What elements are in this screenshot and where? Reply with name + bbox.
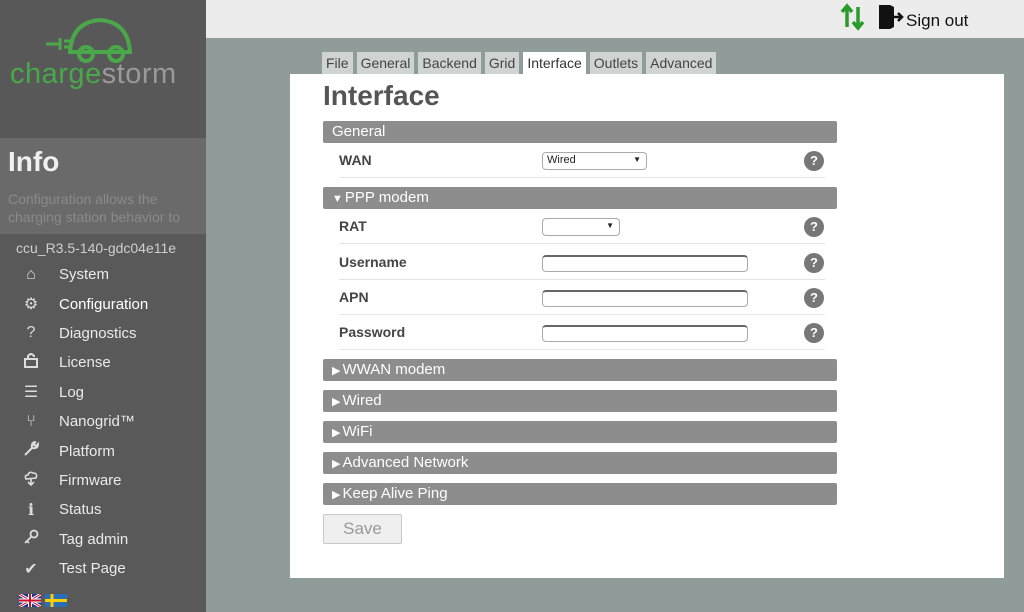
sidebar-item-tag-admin[interactable]: Tag admin <box>0 525 206 554</box>
key-icon <box>20 529 42 550</box>
plug-car-icon <box>46 17 132 63</box>
wan-label: WAN <box>339 152 372 168</box>
tab-outlets[interactable]: Outlets <box>589 52 643 74</box>
username-input[interactable] <box>542 255 748 272</box>
question-icon: ? <box>26 324 36 342</box>
info-box: Info Configuration allows the charging s… <box>0 138 206 234</box>
help-icon[interactable]: ? <box>804 217 824 237</box>
field-row-wan: WAN Wired ▼ ? <box>339 143 825 178</box>
sign-out-label: Sign out <box>906 10 969 30</box>
network-icon: ⑂ <box>26 412 36 430</box>
section-wired[interactable]: ▶ Wired <box>323 390 837 412</box>
password-label: Password <box>339 324 406 340</box>
tab-grid[interactable]: Grid <box>484 52 520 74</box>
sidebar-item-label: Log <box>59 383 85 401</box>
rat-label: RAT <box>339 218 367 234</box>
sidebar-item-label: Nanogrid™ <box>59 413 135 431</box>
sidebar-item-label: Firmware <box>59 471 122 489</box>
section-advanced-network[interactable]: ▶ Advanced Network <box>323 452 837 474</box>
top-bar: Sign out <box>206 0 1024 38</box>
cloud-icon <box>20 470 42 491</box>
tab-advanced[interactable]: Advanced <box>646 52 717 74</box>
sidebar-item-label: Test Page <box>59 560 126 578</box>
sidebar-item-label: Configuration <box>59 295 149 313</box>
info-title: Info <box>8 146 60 177</box>
tab-interface[interactable]: Interface <box>523 52 586 74</box>
door-exit-icon <box>878 3 904 38</box>
sweden-flag-icon[interactable] <box>45 594 67 607</box>
sidebar-item-label: Tag admin <box>59 530 129 548</box>
sidebar-item-firmware[interactable]: Firmware <box>0 466 206 495</box>
info-icon: i <box>27 500 35 520</box>
version-label: ccu_R3.5-140-gdc04e11e <box>16 240 177 256</box>
password-input[interactable] <box>542 325 748 342</box>
help-icon[interactable]: ? <box>804 288 824 308</box>
sidebar-item-nanogrid[interactable]: ⑂ Nanogrid™ <box>0 407 206 436</box>
help-icon[interactable]: ? <box>804 323 824 343</box>
field-row-password: Password ? <box>339 315 825 350</box>
sidebar-item-license[interactable]: License <box>0 348 206 377</box>
section-general[interactable]: General <box>323 121 837 143</box>
info-description: Configuration allows the charging statio… <box>8 191 180 225</box>
save-button[interactable]: Save <box>323 514 402 544</box>
wan-select[interactable]: Wired ▼ <box>542 152 647 170</box>
wrench-icon <box>20 440 42 462</box>
brand-name: chargestorm <box>10 58 177 90</box>
sidebar-item-label: Platform <box>59 442 115 460</box>
rat-select[interactable]: ▼ <box>542 218 620 236</box>
tab-backend[interactable]: Backend <box>418 52 481 74</box>
sidebar-item-status[interactable]: i Status <box>0 495 206 524</box>
sidebar: chargestorm Info Configuration allows th… <box>0 0 206 612</box>
sidebar-item-label: Diagnostics <box>59 324 137 342</box>
sidebar-item-test-page[interactable]: ✔ Test Page <box>0 554 206 583</box>
tab-file[interactable]: File <box>322 52 353 74</box>
section-ppp-modem[interactable]: ▼ PPP modem <box>323 187 837 209</box>
brand-logo: chargestorm <box>0 0 206 138</box>
sidebar-item-diagnostics[interactable]: ? Diagnostics <box>0 319 206 348</box>
sidebar-menu: ⌂ System ⚙ Configuration ? Diagnostics Lice… <box>0 260 206 583</box>
config-tabs: File General Backend Grid Interface Outl… <box>322 52 717 74</box>
page-title: Interface <box>323 80 440 111</box>
collapsed-triangle-icon: ▶ <box>332 489 341 501</box>
section-wifi[interactable]: ▶ WiFi <box>323 421 837 443</box>
sidebar-item-platform[interactable]: Platform <box>0 436 206 465</box>
list-icon: ☰ <box>23 384 39 402</box>
uk-flag-icon[interactable] <box>18 592 42 609</box>
section-wwan-modem[interactable]: ▶ WWAN modem <box>323 359 837 381</box>
collapsed-triangle-icon: ▶ <box>332 458 341 470</box>
sidebar-item-label: License <box>59 354 111 372</box>
dropdown-arrow-icon: ▼ <box>606 221 614 230</box>
lock-icon <box>20 352 42 373</box>
apn-label: APN <box>339 289 369 305</box>
collapsed-triangle-icon: ▶ <box>332 427 341 439</box>
content-panel: Interface General WAN Wired ▼ ? ▼ PPP mode… <box>290 74 1004 578</box>
sidebar-item-log[interactable]: ☰ Log <box>0 378 206 407</box>
sync-arrows-icon[interactable] <box>839 3 867 38</box>
collapsed-triangle-icon: ▶ <box>332 365 341 377</box>
gear-icon: ⚙ <box>23 296 39 314</box>
dropdown-arrow-icon: ▼ <box>633 155 641 164</box>
sign-out-button[interactable]: Sign out <box>878 3 968 38</box>
tab-general[interactable]: General <box>356 52 415 74</box>
apn-input[interactable] <box>542 290 748 307</box>
check-icon: ✔ <box>24 560 38 578</box>
sidebar-item-system[interactable]: ⌂ System <box>0 260 206 289</box>
help-icon[interactable]: ? <box>804 253 824 273</box>
language-flags <box>18 592 67 609</box>
sidebar-item-label: Status <box>59 501 102 519</box>
username-label: Username <box>339 254 407 270</box>
field-row-rat: RAT ▼ ? <box>339 209 825 244</box>
field-row-username: Username ? <box>339 245 825 280</box>
sidebar-item-configuration[interactable]: ⚙ Configuration <box>0 289 206 318</box>
field-row-apn: APN ? <box>339 280 825 315</box>
sidebar-item-label: System <box>59 266 110 284</box>
collapsed-triangle-icon: ▶ <box>332 396 341 408</box>
section-keep-alive-ping[interactable]: ▶ Keep Alive Ping <box>323 483 837 505</box>
expanded-triangle-icon: ▼ <box>332 193 343 205</box>
home-icon: ⌂ <box>26 265 36 283</box>
help-icon[interactable]: ? <box>804 151 824 171</box>
